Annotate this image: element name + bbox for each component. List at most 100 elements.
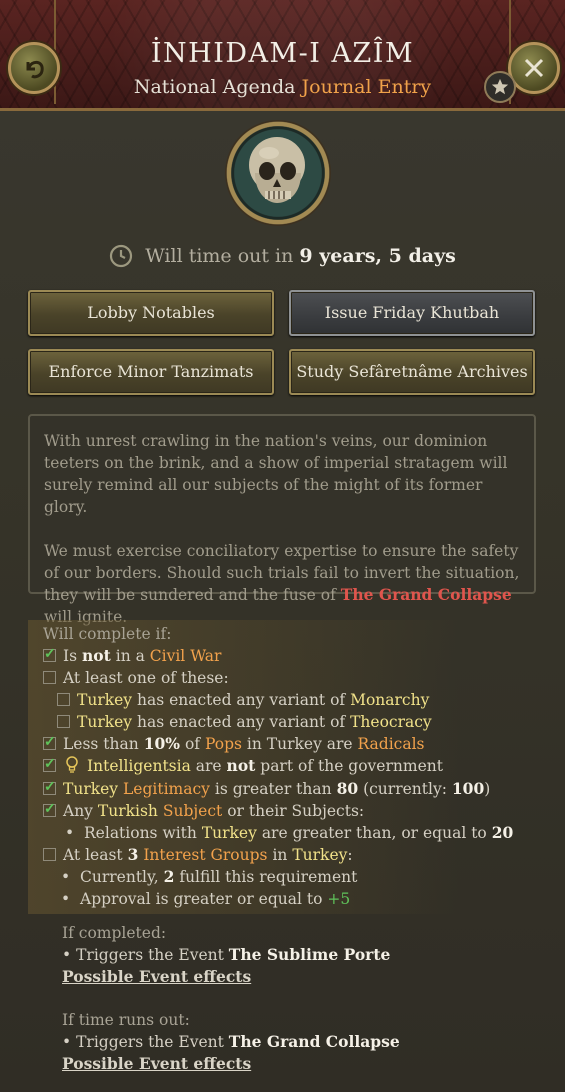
turkey-link[interactable]: Turkey (77, 713, 132, 731)
text: ) (484, 780, 491, 798)
description-box: With unrest crawling in the nation's vei… (28, 414, 536, 626)
text: 10% (143, 734, 180, 753)
timeout-event-row: • Triggers the Event The Grand Collapse (62, 1032, 400, 1052)
completed-label: If completed: (62, 924, 167, 942)
text: Currently, (80, 868, 159, 886)
lobby-notables-button[interactable]: Lobby Notables (28, 290, 274, 336)
text: Approval is greater or equal to (80, 890, 323, 908)
bullet: • (65, 824, 75, 842)
study-sefaretname-archives-button[interactable]: Study Sefâretnâme Archives (289, 349, 535, 395)
checkbox-checked-icon (43, 644, 56, 664)
conditions-header: Will complete if: (43, 625, 172, 643)
text: Any (63, 802, 93, 820)
condition-row: Intelligentsia are not part of the gover… (43, 754, 443, 779)
text: in Turkey are (246, 735, 353, 753)
text: not (226, 756, 256, 775)
close-icon (524, 58, 544, 78)
text: • Triggers the Event (62, 1033, 224, 1051)
lightbulb-icon (65, 756, 79, 779)
turkish-link[interactable]: Turkish (98, 802, 158, 820)
text: Relations with (84, 824, 197, 842)
condition-row: • Approval is greater or equal to +5 (61, 889, 350, 909)
turkey-link[interactable]: Turkey (77, 691, 132, 709)
bullet: • (61, 890, 71, 908)
timeout-value: 9 years, 5 days (299, 245, 456, 267)
text: 80 (336, 779, 359, 798)
text: 100 (451, 779, 485, 798)
text: of (184, 735, 201, 753)
text: 20 (491, 823, 514, 842)
radicals-link[interactable]: Radicals (358, 735, 425, 753)
pops-link[interactable]: Pops (205, 735, 242, 753)
turkey-link[interactable]: Turkey (63, 780, 118, 798)
grand-collapse-event-link[interactable]: The Grand Collapse (229, 1032, 400, 1051)
clock-icon (109, 244, 133, 273)
star-icon (491, 78, 509, 95)
condition-row: Any Turkish Subject or their Subjects: (43, 799, 365, 821)
checkbox-empty-icon (57, 693, 70, 706)
text: is greater than (214, 780, 332, 798)
text: in (272, 846, 288, 864)
journal-entry-panel: İNHIDAM-I AZÎM National Agenda Journal E… (0, 0, 565, 1092)
text: At least (63, 846, 123, 864)
turkey-link[interactable]: Turkey (292, 846, 347, 864)
condition-row: At least one of these: (43, 668, 229, 688)
civil-war-link[interactable]: Civil War (150, 647, 222, 665)
favorite-button[interactable] (484, 71, 516, 103)
page-title: İNHIDAM-I AZÎM (150, 38, 415, 69)
completed-effects-link[interactable]: Possible Event effects (62, 967, 251, 987)
subject-link[interactable]: Subject (163, 802, 222, 820)
description-paragraph-1: With unrest crawling in the nation's vei… (44, 432, 508, 516)
subtitle-prefix: National Agenda (133, 76, 296, 98)
issue-friday-khutbah-button[interactable]: Issue Friday Khutbah (289, 290, 535, 336)
condition-row: Less than 10% of Pops in Turkey are Radi… (43, 732, 425, 754)
text: Less than (63, 735, 139, 753)
text: part of the government (260, 757, 443, 775)
checkbox-empty-icon (43, 848, 56, 861)
theocracy-link[interactable]: Theocracy (350, 713, 432, 731)
checkbox-empty-icon (57, 715, 70, 728)
monarchy-link[interactable]: Monarchy (350, 691, 429, 709)
enforce-minor-tanzimats-button[interactable]: Enforce Minor Tanzimats (28, 349, 274, 395)
text: fulfill this requirement (179, 868, 358, 886)
legitimacy-link[interactable]: Legitimacy (123, 780, 210, 798)
sublime-porte-event-link[interactable]: The Sublime Porte (229, 945, 391, 964)
timeout-label: If time runs out: (62, 1011, 190, 1029)
intelligentsia-link[interactable]: Intelligentsia (87, 757, 191, 775)
text: Is (63, 647, 78, 665)
condition-row: Turkey has enacted any variant of Theocr… (57, 712, 432, 732)
text: 3 (127, 845, 139, 864)
text: or their Subjects: (227, 802, 365, 820)
checkbox-checked-icon (43, 754, 56, 774)
back-button[interactable] (8, 42, 60, 94)
condition-row: • Currently, 2 fulfill this requirement (61, 867, 357, 887)
interest-groups-link[interactable]: Interest Groups (143, 846, 267, 864)
panel-header: İNHIDAM-I AZÎM National Agenda Journal E… (0, 0, 565, 111)
text: +5 (327, 890, 351, 908)
subtitle-accent: Journal Entry (301, 76, 432, 98)
skull-icon (249, 137, 305, 203)
checkbox-empty-icon (43, 671, 56, 684)
condition-row: Turkey Legitimacy is greater than 80 (cu… (43, 777, 491, 799)
checkbox-checked-icon (43, 799, 56, 819)
text: are (195, 757, 222, 775)
condition-row: Turkey has enacted any variant of Monarc… (57, 690, 429, 710)
text: 2 (163, 867, 175, 886)
timeout-text: Will time out in 9 years, 5 days (0, 244, 565, 273)
text: are greater than, or equal to (261, 824, 487, 842)
condition-row: At least 3 Interest Groups in Turkey: (43, 845, 353, 865)
page-subtitle: National Agenda Journal Entry (0, 76, 565, 98)
grand-collapse-link[interactable]: The Grand Collapse (341, 585, 512, 604)
back-arrow-icon (26, 60, 44, 79)
timeout-prefix: Will time out in (145, 245, 294, 267)
completed-event-row: • Triggers the Event The Sublime Porte (62, 945, 390, 965)
timeout-effects-link[interactable]: Possible Event effects (62, 1054, 251, 1074)
text: in a (115, 647, 145, 665)
event-medallion (225, 120, 331, 226)
checkbox-checked-icon (43, 777, 56, 797)
text: has enacted any variant of (137, 713, 346, 731)
text: has enacted any variant of (137, 691, 346, 709)
text: not (82, 646, 111, 665)
description-paragraph-2: We must exercise conciliatory expertise … (44, 540, 520, 628)
turkey-link[interactable]: Turkey (202, 824, 257, 842)
